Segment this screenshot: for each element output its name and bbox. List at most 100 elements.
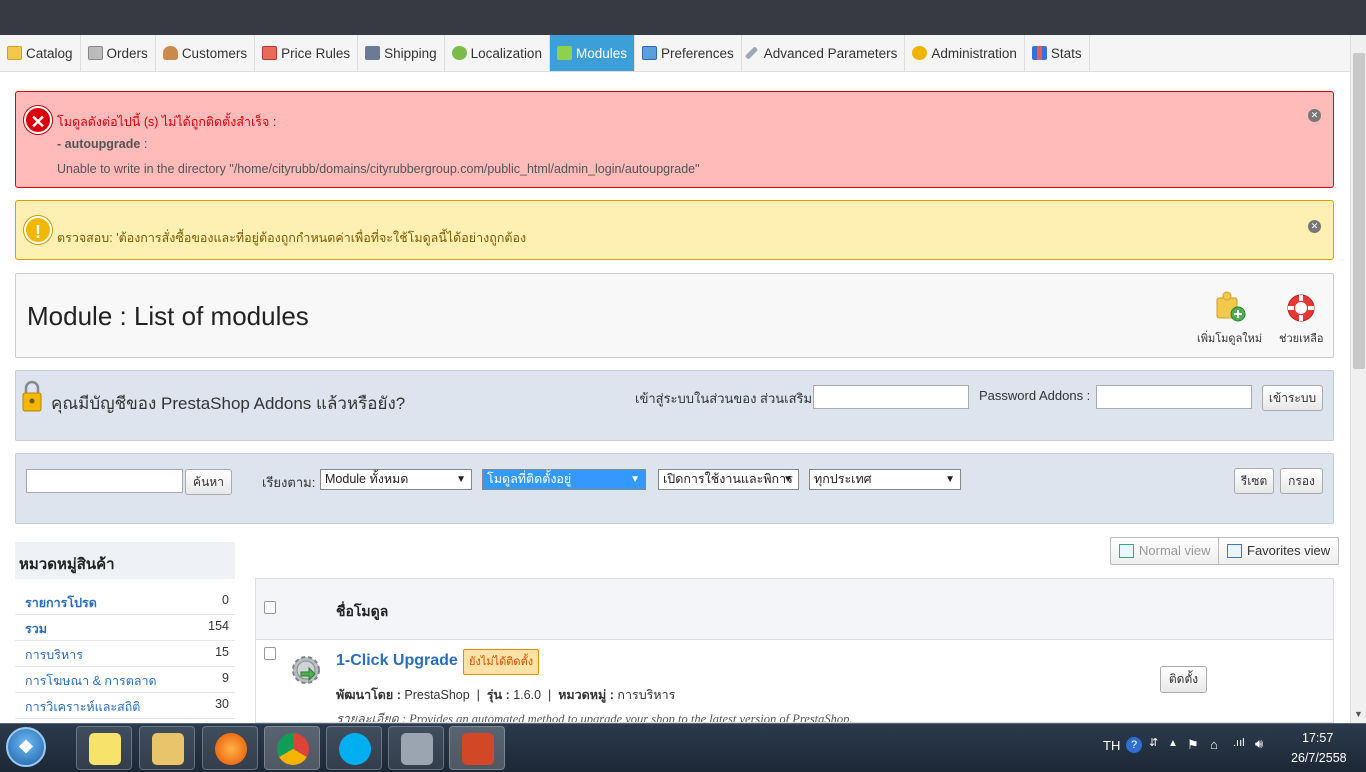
skype-icon xyxy=(339,733,371,765)
taskbar-file-explorer[interactable] xyxy=(139,726,195,770)
enabled-status-select[interactable]: เปิดการใช้งานและพิการ ▼ xyxy=(658,469,799,490)
chevron-down-icon: ▼ xyxy=(630,474,640,485)
chevron-down-icon: ▼ xyxy=(783,474,793,485)
page-title: Module : List of modules xyxy=(27,301,309,331)
main-nav-tabs: Catalog Orders Customers Price Rules Shi… xyxy=(0,35,1350,72)
categories-title: หมวดหมู่สินค้า xyxy=(15,542,235,579)
search-button[interactable]: ค้นหา xyxy=(185,469,232,495)
chevron-down-icon: ▼ xyxy=(945,474,955,485)
gear-upgrade-icon xyxy=(292,656,320,684)
tab-preferences[interactable]: Preferences xyxy=(635,35,742,71)
addons-login-button[interactable]: เข้าระบบ xyxy=(1262,385,1323,411)
error-alert: ✕ โมดูลดังต่อไปนี้ (s) ไม่ได้ถูกติดตั้งส… xyxy=(15,91,1334,188)
reset-button[interactable]: รีเซต xyxy=(1234,468,1274,494)
puzzle-add-icon xyxy=(1216,291,1246,322)
network-icon[interactable]: ⌂ xyxy=(1210,737,1218,752)
clock-date[interactable]: 26/7/2558 xyxy=(1291,751,1347,765)
system-tray: TH ? ⇵ ▲ ⚑ ⌂ .ııl 🔊︎ 17:57 26/7/2558 xyxy=(1086,724,1366,772)
install-status-select[interactable]: โมดูลที่ติดตั้งอยู่ ▼ xyxy=(482,469,646,490)
ime-tray-icon[interactable]: ⇵ xyxy=(1149,736,1158,749)
cart-icon xyxy=(87,46,103,60)
close-icon[interactable]: ✕ xyxy=(1308,220,1321,233)
wrench-icon xyxy=(744,46,758,60)
tab-price-rules[interactable]: Price Rules xyxy=(255,35,359,71)
category-item[interactable]: การบริหาร 15 xyxy=(15,641,235,667)
status-badge: ยังไม่ได้ติดตั้ง xyxy=(463,649,540,675)
select-all-checkbox[interactable] xyxy=(264,601,276,614)
normal-view-button[interactable]: Normal view xyxy=(1110,537,1220,565)
user-icon xyxy=(162,46,178,60)
taskbar-screen-capture[interactable] xyxy=(388,726,444,770)
filter-button[interactable]: กรอง xyxy=(1280,468,1323,494)
tab-administration[interactable]: Administration xyxy=(905,35,1025,71)
clock-time[interactable]: 17:57 xyxy=(1302,731,1333,745)
close-icon[interactable]: ✕ xyxy=(1308,109,1321,122)
category-item[interactable]: การวิเคราะห์และสถิติ 30 xyxy=(15,693,235,719)
globe-icon xyxy=(451,46,467,60)
favorites-view-button[interactable]: Favorites view xyxy=(1218,537,1340,565)
tab-advanced-parameters[interactable]: Advanced Parameters xyxy=(742,35,906,71)
error-title: โมดูลดังต่อไปนี้ (s) ไม่ได้ถูกติดตั้งสำเ… xyxy=(57,115,277,129)
addons-username-input[interactable] xyxy=(813,385,969,409)
tab-localization[interactable]: Localization xyxy=(445,35,550,71)
scroll-down-arrow-icon[interactable]: ▼ xyxy=(1354,709,1363,719)
scrollbar-thumb[interactable] xyxy=(1353,53,1365,369)
tab-stats[interactable]: Stats xyxy=(1025,35,1090,71)
password-addons-label: Password Addons : xyxy=(979,388,1091,403)
chevron-down-icon: ▼ xyxy=(456,474,466,485)
volume-icon[interactable]: 🔊︎ xyxy=(1255,736,1263,752)
error-message: Unable to write in the directory "/home/… xyxy=(57,162,700,176)
windows-start-button[interactable]: ❖ xyxy=(6,727,46,767)
folder-icon xyxy=(7,46,22,60)
file-explorer-icon xyxy=(152,733,184,765)
lifebuoy-icon xyxy=(1287,294,1315,322)
tab-customers[interactable]: Customers xyxy=(156,35,256,71)
help-tray-icon[interactable]: ? xyxy=(1126,737,1142,753)
taskbar-firefox[interactable] xyxy=(202,726,258,770)
addons-password-input[interactable] xyxy=(1096,385,1252,409)
warning-text: ตรวจสอบ: 'ต้องการสั่งซื้อของและที่อยู่ต้… xyxy=(57,231,527,245)
module-name-column-header: ชื่อโมดูล xyxy=(336,603,389,619)
categories-list: รายการโปรด 0 รวม 154 การบริหาร 15 การโฆษณา … xyxy=(15,589,235,719)
error-module-name: - autoupgrade : xyxy=(57,137,148,151)
language-indicator[interactable]: TH xyxy=(1103,738,1120,753)
preferences-icon xyxy=(641,46,657,60)
grid-view-icon xyxy=(1227,544,1242,558)
sticky-notes-icon xyxy=(89,733,121,765)
row-checkbox[interactable] xyxy=(264,647,276,660)
page-scrollbar[interactable]: ▼ xyxy=(1350,35,1366,723)
tab-catalog[interactable]: Catalog xyxy=(0,35,81,71)
windows-taskbar: ❖ TH ? ⇵ ▲ ⚑ ⌂ .ııl 🔊︎ 17:57 26/7/2558 xyxy=(0,723,1366,772)
category-item[interactable]: การโฆษณา & การตลาด 9 xyxy=(15,667,235,693)
category-item[interactable]: รายการโปรด 0 xyxy=(15,589,235,615)
install-button[interactable]: ติดตั้ง xyxy=(1160,666,1207,693)
taskbar-powerpoint[interactable] xyxy=(449,726,505,770)
warning-exclamation-icon: ! xyxy=(24,216,52,244)
chrome-icon xyxy=(277,733,309,765)
module-description: รายละเอียด : Provides an automated metho… xyxy=(336,712,853,723)
show-hidden-icons-icon[interactable]: ▲ xyxy=(1168,738,1178,749)
lock-icon xyxy=(22,380,42,412)
tab-shipping[interactable]: Shipping xyxy=(358,35,445,71)
help-button[interactable]: ช่วยเหลือ xyxy=(1279,290,1323,347)
add-module-button[interactable]: เพิ่มโมดูลใหม่ xyxy=(1197,290,1262,347)
tab-orders[interactable]: Orders xyxy=(81,35,156,71)
taskbar-skype[interactable] xyxy=(326,726,382,770)
tab-modules[interactable]: Modules xyxy=(549,35,635,71)
taskbar-chrome[interactable] xyxy=(264,726,320,770)
country-select[interactable]: ทุกประเทศ ▼ xyxy=(809,469,961,490)
module-search-input[interactable] xyxy=(26,469,183,493)
warning-alert: ! ตรวจสอบ: 'ต้องการสั่งซื้อของและที่อยู่… xyxy=(15,200,1334,260)
module-meta: พัฒนาโดย : PrestaShop | รุ่น : 1.6.0 | ห… xyxy=(336,688,676,702)
action-center-icon[interactable]: ⚑ xyxy=(1187,737,1199,753)
module-name-link[interactable]: 1-Click Upgrade xyxy=(336,652,458,670)
table-row: 1-Click Upgrade ยังไม่ได้ติดตั้ง พัฒนาโด… xyxy=(256,640,1333,723)
taskbar-sticky-notes[interactable] xyxy=(76,726,132,770)
addons-login-panel: คุณมีบัญชีของ PrestaShop Addons แล้วหรือ… xyxy=(15,370,1334,441)
browser-top-bar xyxy=(0,0,1366,35)
page-header-panel: Module : List of modules เพิ่มโมดูลใหม่ … xyxy=(15,273,1334,358)
sort-by-label: เรียงตาม: xyxy=(262,475,316,490)
signal-icon[interactable]: .ııl xyxy=(1233,737,1245,749)
module-type-select[interactable]: Module ทั้งหมด ▼ xyxy=(320,469,472,490)
category-item[interactable]: รวม 154 xyxy=(15,615,235,641)
